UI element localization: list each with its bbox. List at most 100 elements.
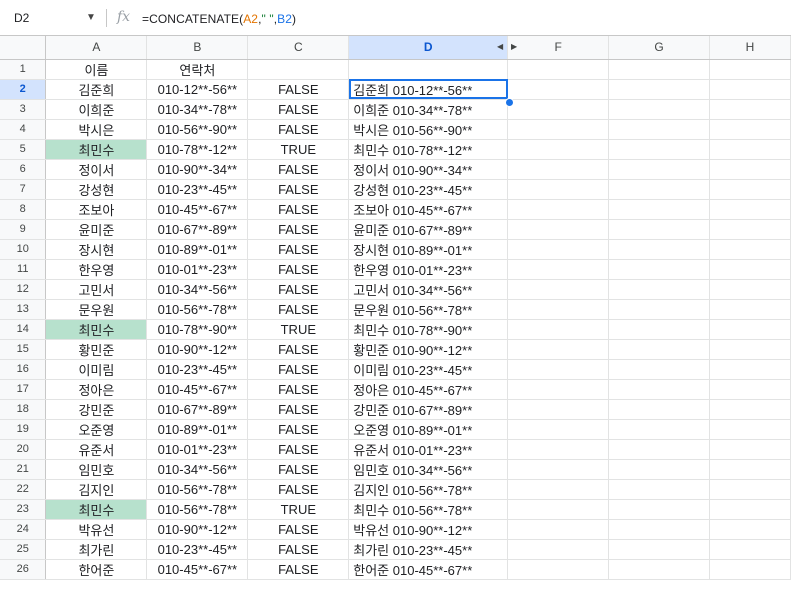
row-header[interactable]: 5 [0,139,47,160]
cell-d[interactable]: 유준서 010-01**-23** [348,439,509,460]
cell-a[interactable]: 김지인 [45,479,148,500]
cell-d[interactable]: 최가린 010-23**-45** [348,539,509,560]
cell-c[interactable]: FALSE [247,259,350,280]
cell-h[interactable] [709,379,791,400]
row-header[interactable]: 7 [0,179,47,200]
cell-a[interactable]: 최민수 [45,319,148,340]
row-header[interactable]: 10 [0,239,47,260]
cell-b[interactable]: 010-89**-01** [146,419,249,440]
cell-d[interactable]: 박시은 010-56**-90** [348,119,509,140]
cell-g[interactable] [608,79,710,100]
row-header[interactable]: 12 [0,279,47,300]
name-box[interactable]: D2 ▼ [0,0,103,35]
cell-f[interactable] [507,419,610,440]
cell-d[interactable]: 최민수 010-78**-12** [348,139,509,160]
cell-a[interactable]: 윤미준 [45,219,148,240]
cell-b[interactable]: 010-01**-23** [146,439,249,460]
row-header[interactable]: 25 [0,539,47,560]
cell-g[interactable] [608,159,710,180]
cell-d[interactable]: 강민준 010-67**-89** [348,399,509,420]
row-header[interactable]: 17 [0,379,47,400]
cell-h[interactable] [709,439,791,460]
cell-a[interactable]: 박유선 [45,519,148,540]
cell-c[interactable]: FALSE [247,99,350,120]
cell-b[interactable]: 010-67**-89** [146,399,249,420]
row-header[interactable]: 1 [0,59,47,80]
cell-b[interactable]: 010-90**-12** [146,339,249,360]
cell-d[interactable]: 한우영 010-01**-23** [348,259,509,280]
cell-f[interactable] [507,459,610,480]
cell-c[interactable]: FALSE [247,179,350,200]
cell-b[interactable]: 010-34**-78** [146,99,249,120]
cell-b[interactable]: 010-45**-67** [146,559,249,580]
cell-h[interactable] [709,319,791,340]
cell-c[interactable]: FALSE [247,339,350,360]
cell-f[interactable] [507,139,610,160]
cell-f[interactable] [507,479,610,500]
row-header[interactable]: 14 [0,319,47,340]
cell-a[interactable]: 최민수 [45,139,148,160]
cell-g[interactable] [608,419,710,440]
cell-a[interactable]: 강성현 [45,179,148,200]
cell-d[interactable]: 장시현 010-89**-01** [348,239,509,260]
cell-g[interactable] [608,279,710,300]
cell-g[interactable] [608,519,710,540]
cell-g[interactable] [608,219,710,240]
cell-g[interactable] [608,399,710,420]
cell-h[interactable] [709,119,791,140]
cell-f[interactable] [507,379,610,400]
cell-g[interactable] [608,539,710,560]
cell-c[interactable]: FALSE [247,459,350,480]
cell-b[interactable]: 010-01**-23** [146,259,249,280]
cell-d[interactable]: 한어준 010-45**-67** [348,559,509,580]
cell-d[interactable]: 정이서 010-90**-34** [348,159,509,180]
cell-b[interactable]: 010-90**-34** [146,159,249,180]
cell-h[interactable] [709,279,791,300]
cell-b[interactable]: 010-56**-78** [146,299,249,320]
cell-f[interactable] [507,559,610,580]
cell-c[interactable]: FALSE [247,439,350,460]
cell-g[interactable] [608,339,710,360]
row-header[interactable]: 2 [0,79,47,100]
cell-c[interactable]: FALSE [247,119,350,140]
cell-a[interactable]: 문우원 [45,299,148,320]
row-header[interactable]: 16 [0,359,47,380]
cell-c[interactable]: FALSE [247,359,350,380]
cell-h[interactable] [709,199,791,220]
cell-b[interactable]: 010-45**-67** [146,199,249,220]
cell-h[interactable] [709,339,791,360]
cell-h[interactable] [709,219,791,240]
cell-d[interactable]: 김준희 010-12**-56** [348,79,509,100]
column-header-a[interactable]: A [45,36,148,60]
cell-a[interactable]: 오준영 [45,419,148,440]
cell-c[interactable]: FALSE [247,239,350,260]
cell-h[interactable] [709,359,791,380]
cell-g[interactable] [608,459,710,480]
column-header-f[interactable]: F [507,36,610,60]
cell-a[interactable]: 최가린 [45,539,148,560]
cell-b[interactable]: 010-23**-45** [146,539,249,560]
cell-f[interactable] [507,159,610,180]
cell-a[interactable]: 이름 [45,59,148,80]
cell-g[interactable] [608,99,710,120]
column-left-arrow-icon[interactable]: ◀ [497,42,503,51]
cell-a[interactable]: 박시은 [45,119,148,140]
cell-f[interactable] [507,259,610,280]
cell-f[interactable] [507,199,610,220]
cell-d[interactable]: 임민호 010-34**-56** [348,459,509,480]
fill-handle[interactable] [505,98,514,107]
cell-h[interactable] [709,99,791,120]
cell-b[interactable]: 010-45**-67** [146,379,249,400]
cell-d[interactable]: 정아은 010-45**-67** [348,379,509,400]
cell-g[interactable] [608,199,710,220]
column-header-d[interactable]: D [348,36,509,60]
row-header[interactable]: 6 [0,159,47,180]
cell-f[interactable] [507,279,610,300]
row-header[interactable]: 18 [0,399,47,420]
cell-d[interactable]: 오준영 010-89**-01** [348,419,509,440]
cell-a[interactable]: 임민호 [45,459,148,480]
cell-h[interactable] [709,59,791,80]
cell-c[interactable]: FALSE [247,519,350,540]
cell-h[interactable] [709,239,791,260]
cell-d[interactable]: 이미림 010-23**-45** [348,359,509,380]
